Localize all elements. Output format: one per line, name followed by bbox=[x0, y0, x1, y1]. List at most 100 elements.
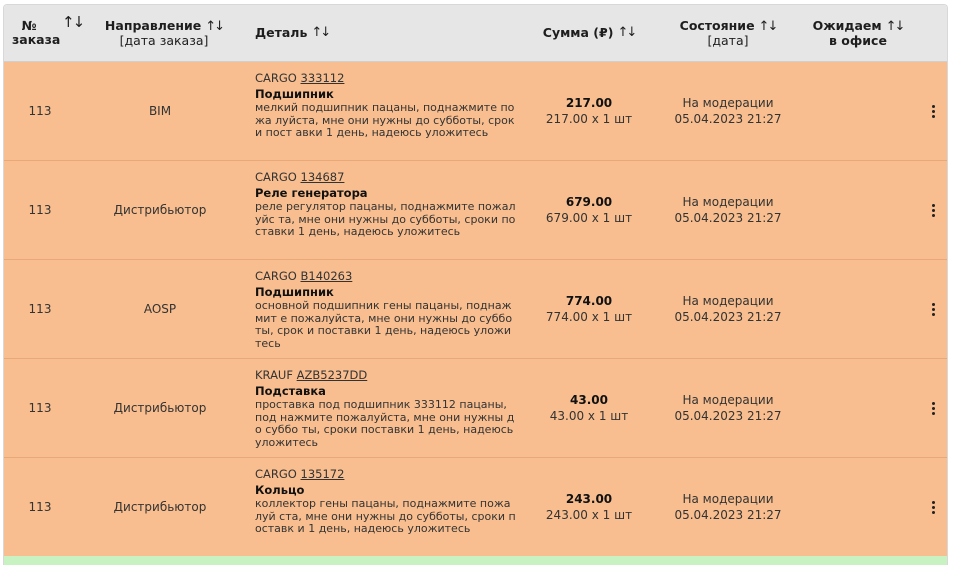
part-brand: CARGO bbox=[255, 467, 297, 481]
status-text: На модерации bbox=[682, 393, 774, 407]
sum-unit-price: 43.00 x 1 шт bbox=[549, 409, 629, 423]
order-sum: 774.00 774.00 x 1 шт bbox=[524, 260, 654, 358]
part-brand-line: KRAUF AZB5237DD bbox=[255, 367, 517, 383]
kebab-menu-icon[interactable] bbox=[931, 401, 935, 415]
part-comment: основной подшипник гены пацаны, поднажми… bbox=[255, 299, 513, 350]
sum-unit-price: 774.00 x 1 шт bbox=[545, 310, 633, 324]
col-header-detail-label: Деталь bbox=[255, 25, 308, 40]
col-header-order-number-line1: № bbox=[21, 18, 37, 33]
table-row[interactable]: 113 BIM CARGO 333112 Подшипник мелкий по… bbox=[4, 62, 947, 161]
sort-arrows-icon[interactable]: ↑↓ bbox=[617, 26, 637, 40]
sum-total: 679.00 bbox=[565, 195, 613, 209]
part-code-link[interactable]: 135172 bbox=[301, 467, 345, 481]
sort-arrows-icon[interactable]: ↑↓ bbox=[62, 15, 85, 30]
order-number: 113 bbox=[28, 500, 52, 514]
status-date: 05.04.2023 21:27 bbox=[674, 112, 782, 126]
status-date: 05.04.2023 21:27 bbox=[674, 211, 782, 225]
part-title: Кольцо bbox=[255, 483, 305, 497]
col-header-state[interactable]: Состояние ↑↓ [дата] bbox=[664, 5, 792, 61]
row-menu-button[interactable] bbox=[920, 359, 946, 457]
part-detail: CARGO 135172 Кольцо коллектор гены пацан… bbox=[255, 458, 517, 556]
kebab-menu-icon[interactable] bbox=[931, 302, 935, 316]
status-text: На модерации bbox=[682, 492, 774, 506]
order-number: 113 bbox=[28, 302, 52, 316]
sum-total: 217.00 bbox=[565, 96, 613, 110]
order-direction: Дистрибьютор bbox=[113, 500, 207, 514]
col-header-direction-sub: [дата заказа] bbox=[119, 32, 209, 48]
kebab-menu-icon[interactable] bbox=[931, 104, 935, 118]
sort-arrows-icon[interactable]: ↑↓ bbox=[205, 19, 225, 34]
status-date: 05.04.2023 21:27 bbox=[674, 409, 782, 423]
order-sum: 43.00 43.00 x 1 шт bbox=[524, 359, 654, 457]
col-header-sum[interactable]: Сумма (₽) ↑↓ bbox=[524, 5, 654, 61]
col-header-state-sub: [дата] bbox=[707, 32, 749, 48]
col-header-wait-sub: в офисе bbox=[829, 32, 887, 48]
part-detail: CARGO B140263 Подшипник основной подшипн… bbox=[255, 260, 517, 358]
part-code-link[interactable]: AZB5237DD bbox=[297, 368, 368, 382]
col-header-wait-label: Ожидаем bbox=[812, 17, 882, 33]
part-brand-line: CARGO B140263 bbox=[255, 268, 517, 284]
table-row[interactable]: 113 Дистрибьютор KRAUF AZB5237DD Подстав… bbox=[4, 359, 947, 458]
table-row[interactable]: 113 Дистрибьютор CARGO 134687 Реле генер… bbox=[4, 161, 947, 260]
status-text: На модерации bbox=[682, 195, 774, 209]
row-menu-button[interactable] bbox=[920, 458, 946, 556]
part-comment: реле регулятор пацаны, поднажмите пожалу… bbox=[255, 200, 516, 238]
order-sum: 679.00 679.00 x 1 шт bbox=[524, 161, 654, 259]
order-direction: BIM bbox=[148, 104, 172, 118]
orders-table: № заказа ↑↓ Направление ↑↓ [дата заказа] … bbox=[3, 4, 948, 565]
part-code-link[interactable]: B140263 bbox=[301, 269, 353, 283]
order-direction: AOSP bbox=[143, 302, 177, 316]
col-header-direction[interactable]: Направление ↑↓ [дата заказа] bbox=[100, 5, 228, 61]
sort-arrows-icon[interactable]: ↑↓ bbox=[311, 26, 331, 40]
order-state: На модерации 05.04.2023 21:27 bbox=[664, 260, 792, 358]
col-header-direction-label: Направление bbox=[104, 17, 202, 33]
row-menu-button[interactable] bbox=[920, 161, 946, 259]
part-title: Реле генератора bbox=[255, 186, 368, 200]
row-menu-button[interactable] bbox=[920, 260, 946, 358]
part-brand: KRAUF bbox=[255, 368, 293, 382]
col-header-sum-label: Сумма (₽) bbox=[542, 25, 614, 40]
order-sum: 243.00 243.00 x 1 шт bbox=[524, 458, 654, 556]
order-state: На модерации 05.04.2023 21:27 bbox=[664, 458, 792, 556]
sum-unit-price: 679.00 x 1 шт bbox=[545, 211, 633, 225]
part-comment: коллектор гены пацаны, поднажмите пожалу… bbox=[255, 497, 516, 535]
part-detail: CARGO 134687 Реле генератора реле регуля… bbox=[255, 161, 517, 259]
col-header-detail[interactable]: Деталь ↑↓ bbox=[255, 5, 405, 61]
order-sum: 217.00 217.00 x 1 шт bbox=[524, 62, 654, 160]
part-brand: CARGO bbox=[255, 71, 297, 85]
table-row[interactable]: 113 AOSP CARGO B140263 Подшипник основно… bbox=[4, 260, 947, 359]
part-brand-line: CARGO 333112 bbox=[255, 70, 517, 86]
part-code-link[interactable]: 134687 bbox=[301, 170, 345, 184]
sort-arrows-icon[interactable]: ↑↓ bbox=[759, 19, 779, 34]
kebab-menu-icon[interactable] bbox=[931, 500, 935, 514]
status-date: 05.04.2023 21:27 bbox=[674, 310, 782, 324]
col-header-wait-office[interactable]: Ожидаем ↑↓ в офисе bbox=[804, 5, 912, 61]
part-brand: CARGO bbox=[255, 170, 297, 184]
order-direction: Дистрибьютор bbox=[113, 401, 207, 415]
status-date: 05.04.2023 21:27 bbox=[674, 508, 782, 522]
sum-unit-price: 217.00 x 1 шт bbox=[545, 112, 633, 126]
part-code-link[interactable]: 333112 bbox=[301, 71, 345, 85]
order-number: 113 bbox=[28, 401, 52, 415]
order-number: 113 bbox=[28, 203, 52, 217]
col-header-order-number[interactable]: № заказа ↑↓ bbox=[12, 5, 85, 61]
sum-total: 243.00 bbox=[565, 492, 613, 506]
part-brand: CARGO bbox=[255, 269, 297, 283]
sum-total: 43.00 bbox=[570, 393, 608, 407]
row-menu-button[interactable] bbox=[920, 62, 946, 160]
part-title: Подшипник bbox=[255, 87, 334, 101]
order-state: На модерации 05.04.2023 21:27 bbox=[664, 62, 792, 160]
order-direction: Дистрибьютор bbox=[113, 203, 207, 217]
part-brand-line: CARGO 135172 bbox=[255, 466, 517, 482]
kebab-menu-icon[interactable] bbox=[931, 203, 935, 217]
part-title: Подставка bbox=[255, 384, 326, 398]
table-row[interactable]: 113 Дистрибьютор CARGO 135172 Кольцо кол… bbox=[4, 458, 947, 557]
col-header-order-number-line2: заказа bbox=[12, 32, 61, 47]
order-number: 113 bbox=[28, 104, 52, 118]
part-detail: KRAUF AZB5237DD Подставка проставка под … bbox=[255, 359, 517, 457]
part-comment: проставка под подшипник 333112 пацаны, п… bbox=[255, 398, 515, 449]
sort-arrows-icon[interactable]: ↑↓ bbox=[886, 19, 906, 34]
status-text: На модерации bbox=[682, 294, 774, 308]
order-state: На модерации 05.04.2023 21:27 bbox=[664, 161, 792, 259]
sum-unit-price: 243.00 x 1 шт bbox=[545, 508, 633, 522]
